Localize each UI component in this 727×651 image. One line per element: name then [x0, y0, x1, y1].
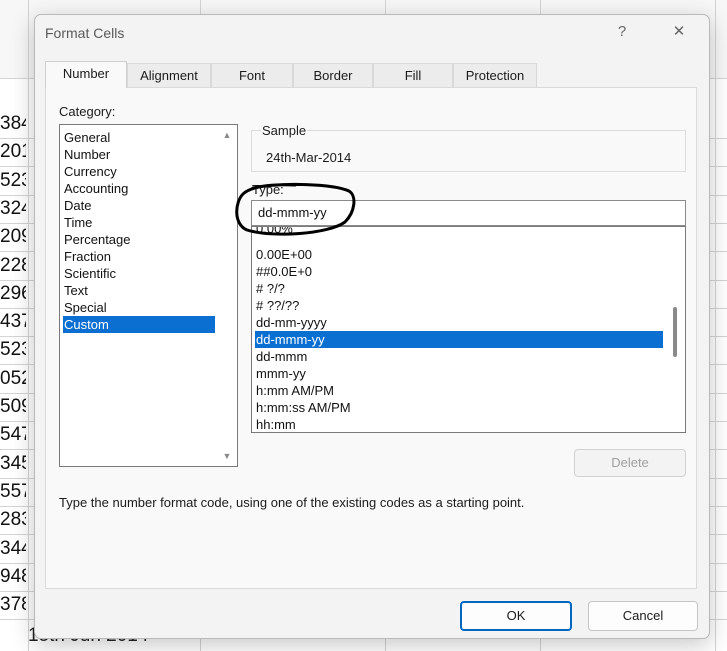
delete-button[interactable]: Delete: [574, 449, 686, 477]
format-hint-text: Type the number format code, using one o…: [59, 495, 525, 510]
category-scrollbar[interactable]: ▲ ▼: [217, 125, 237, 466]
category-item-text[interactable]: Text: [63, 282, 215, 299]
category-item-general[interactable]: General: [63, 129, 215, 146]
sheet-cell[interactable]: 296: [0, 280, 26, 308]
tab-number[interactable]: Number: [45, 61, 127, 88]
sheet-cell[interactable]: 344: [0, 535, 26, 563]
category-item-special[interactable]: Special: [63, 299, 215, 316]
sheet-cell[interactable]: 283: [0, 506, 26, 534]
sheet-cell[interactable]: 209: [0, 223, 26, 251]
sample-label: Sample: [261, 123, 308, 138]
sheet-cell[interactable]: 557: [0, 478, 26, 506]
column-gridline: [28, 0, 29, 651]
sample-box: Sample 24th-Mar-2014: [251, 123, 686, 172]
number-tab-panel: Category: General Number Currency Accountin…: [45, 87, 697, 589]
category-item-fraction[interactable]: Fraction: [63, 248, 215, 265]
type-list-item[interactable]: h:mm:ss AM/PM: [255, 399, 663, 416]
scroll-down-icon[interactable]: ▼: [217, 449, 237, 463]
sheet-cell[interactable]: 547: [0, 421, 26, 449]
annotation-stroke: [235, 182, 356, 236]
dialog-title: Format Cells: [45, 25, 125, 41]
cancel-button[interactable]: Cancel: [588, 601, 698, 631]
sheet-cell[interactable]: 437: [0, 308, 26, 336]
type-list-item[interactable]: dd-mmm: [255, 348, 663, 365]
type-list-item[interactable]: # ?/?: [255, 280, 663, 297]
sheet-cell[interactable]: 345: [0, 450, 26, 478]
sheet-cell[interactable]: 201: [0, 138, 26, 166]
type-list[interactable]: 0.00% 0.00E+00 ##0.0E+0 # ?/? # ??/?? dd-mm-y…: [251, 226, 686, 433]
ok-button[interactable]: OK: [460, 601, 572, 631]
sheet-cell[interactable]: 523: [0, 336, 26, 364]
sample-value: 24th-Mar-2014: [266, 150, 352, 165]
category-item-number[interactable]: Number: [63, 146, 215, 163]
type-list-item[interactable]: ##0.0E+0: [255, 263, 663, 280]
tab-fill[interactable]: Fill: [373, 63, 453, 88]
category-item-accounting[interactable]: Accounting: [63, 180, 215, 197]
category-label: Category:: [59, 104, 116, 119]
type-scrollbar[interactable]: [665, 227, 685, 432]
type-list-item[interactable]: dd-mmm-yy: [255, 331, 663, 348]
tab-alignment[interactable]: Alignment: [127, 63, 211, 88]
category-list[interactable]: General Number Currency Accounting Date Time P…: [59, 124, 238, 467]
type-list-item[interactable]: dd-mm-yyyy: [255, 314, 663, 331]
category-item-date[interactable]: Date: [63, 197, 215, 214]
sheet-cell[interactable]: 509: [0, 393, 26, 421]
sheet-cell[interactable]: 523: [0, 167, 26, 195]
sheet-cell[interactable]: 948: [0, 563, 26, 591]
sheet-cell[interactable]: 384: [0, 110, 26, 138]
category-item-percentage[interactable]: Percentage: [63, 231, 215, 248]
hand-drawn-circle-annotation: [235, 182, 356, 236]
tab-font[interactable]: Font: [211, 63, 293, 88]
close-button[interactable]: ✕: [665, 21, 693, 43]
category-item-scientific[interactable]: Scientific: [63, 265, 215, 282]
type-scroll-thumb[interactable]: [673, 307, 677, 357]
category-item-time[interactable]: Time: [63, 214, 215, 231]
sheet-cell[interactable]: 378: [0, 591, 26, 619]
category-item-currency[interactable]: Currency: [63, 163, 215, 180]
sheet-cell[interactable]: 324: [0, 195, 26, 223]
tab-border[interactable]: Border: [293, 63, 373, 88]
category-item-custom[interactable]: Custom: [63, 316, 215, 333]
type-list-item[interactable]: h:mm AM/PM: [255, 382, 663, 399]
sheet-cell[interactable]: 228: [0, 252, 26, 280]
type-list-item[interactable]: hh:mm: [255, 416, 663, 432]
type-list-item[interactable]: # ??/??: [255, 297, 663, 314]
scroll-up-icon[interactable]: ▲: [217, 128, 237, 142]
sheet-cell[interactable]: 052: [0, 365, 26, 393]
help-button[interactable]: ?: [608, 21, 636, 43]
type-list-item[interactable]: 0.00E+00: [255, 246, 663, 263]
format-cells-dialog: Format Cells ? ✕ Number Alignment Font B…: [34, 14, 710, 639]
column-gridline: [715, 0, 716, 651]
type-list-item[interactable]: mmm-yy: [255, 365, 663, 382]
tab-protection[interactable]: Protection: [453, 63, 537, 88]
